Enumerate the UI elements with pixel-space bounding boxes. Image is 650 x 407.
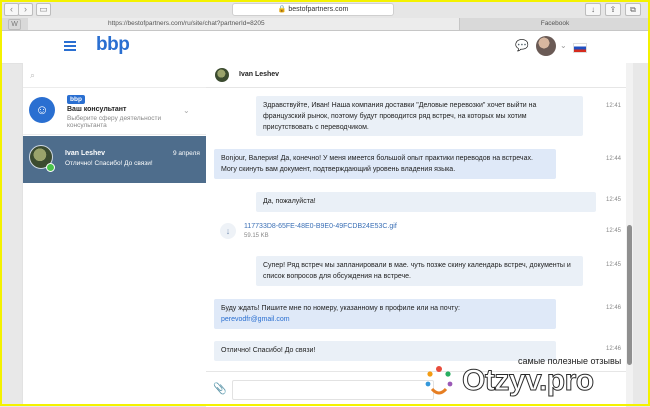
message-text: Здравствуйте, Иван! Наша компания достав… [263, 102, 537, 131]
tab-favicon-icon: W [8, 19, 21, 30]
message-input[interactable] [232, 380, 434, 400]
chat-avatar [215, 68, 229, 82]
message-time: 12:46 [606, 305, 622, 311]
lock-icon: 🔒 [277, 6, 287, 13]
contact-item-ivan[interactable]: Ivan Leshev 9 апреля Отлично! Спасибо! Д… [23, 136, 206, 183]
message-time: 12:45 [606, 262, 622, 268]
search-icon: ⌕ [30, 70, 36, 80]
message-incoming: Буду ждать! Пишите мне по номеру, указан… [214, 299, 556, 329]
message-text: Bonjour, Валерия! Да, конечно! У меня им… [221, 155, 533, 173]
watermark-brand: Otzyv.pro [462, 364, 595, 398]
message-text: Отлично! Спасибо! До связи! [221, 347, 316, 354]
back-button[interactable]: ‹ [4, 3, 19, 16]
message-incoming: Bonjour, Валерия! Да, конечно! У меня им… [214, 149, 556, 179]
contact-last-message: Отлично! Спасибо! До связи! [65, 160, 153, 167]
tab-facebook[interactable]: Facebook [460, 18, 650, 30]
consultant-badge: bbp [67, 95, 85, 104]
contact-date: 9 апреля [173, 150, 200, 157]
message-outgoing: Здравствуйте, Иван! Наша компания достав… [256, 96, 583, 136]
message-outgoing: Супер! Ряд встреч мы запланировали в мае… [256, 256, 583, 286]
download-icon[interactable]: ↓ [585, 3, 601, 16]
chat-header: Ivan Leshev [206, 63, 626, 88]
tab-facebook-label: Facebook [540, 20, 570, 27]
address-bar[interactable]: 🔒 bestofpartners.com [232, 3, 394, 16]
forward-button[interactable]: › [18, 3, 33, 16]
message-time: 12:44 [606, 156, 622, 162]
user-avatar[interactable] [536, 36, 556, 56]
paperclip-icon[interactable]: 📎 [213, 382, 227, 395]
sidebar-toggle-icon[interactable]: ▭ [36, 3, 51, 16]
chat-bubble-icon[interactable]: 💬 [515, 39, 529, 52]
chat-contact-name: Ivan Leshev [239, 71, 280, 78]
download-icon[interactable]: ↓ [220, 223, 236, 239]
attachment-file-size: 59.15 KB [244, 233, 269, 239]
message-outgoing: Да, пожалуйста! [256, 192, 596, 212]
online-status-icon [46, 163, 55, 172]
attachment-file-name[interactable]: 117733D8-65FE-48E0-B9E0-49FCDB24E53C.gif [244, 223, 397, 230]
page-margin [633, 63, 648, 406]
chat-scrollbar-thumb[interactable] [627, 225, 632, 365]
tab-bar: W https://bestofpartners.com/ru/site/cha… [0, 18, 650, 31]
chat-panel: Ivan Leshev Здравствуйте, Иван! Наша ком… [206, 63, 626, 407]
chevron-down-icon[interactable]: ⌄ [183, 106, 190, 115]
browser-titlebar: ‹ › ▭ 🔒 bestofpartners.com ↓ ⇪ ⧉ [0, 0, 650, 19]
language-flag-icon[interactable] [573, 43, 587, 53]
message-outgoing: Отлично! Спасибо! До связи! [214, 341, 556, 361]
contacts-panel: ⌕ ☺ bbp Ваш консультант Выберите сферу д… [22, 63, 207, 406]
consultant-subtitle: Выберите сферу деятельности консультанта [67, 115, 162, 129]
message-text: Супер! Ряд встреч мы запланировали в мае… [263, 262, 571, 280]
consultant-item[interactable]: ☺ bbp Ваш консультант Выберите сферу дея… [23, 88, 206, 135]
message-time: 12:41 [606, 103, 622, 109]
menu-icon[interactable] [64, 41, 76, 51]
contact-name: Ivan Leshev [65, 150, 106, 157]
new-tab-icon[interactable]: ⧉ [625, 3, 641, 16]
share-icon[interactable]: ⇪ [605, 3, 621, 16]
message-time: 12:45 [606, 197, 622, 203]
site-logo[interactable]: bbp [96, 34, 130, 56]
address-domain: bestofpartners.com [288, 6, 349, 13]
consultant-name: Ваш консультант [67, 106, 127, 113]
tab-current[interactable]: https://bestofpartners.com/ru/site/chat?… [28, 18, 460, 30]
tab-url: https://bestofpartners.com/ru/site/chat?… [108, 20, 265, 27]
email-link[interactable]: perevodfr@gmail.com [221, 316, 290, 323]
message-text: Да, пожалуйста! [263, 198, 316, 205]
message-time: 12:45 [606, 228, 622, 234]
contact-search[interactable]: ⌕ [23, 63, 206, 88]
site-header: bbp 💬 ⌄ [2, 31, 648, 64]
message-text: Буду ждать! Пишите мне по номеру, указан… [221, 305, 460, 312]
chevron-down-icon[interactable]: ⌄ [560, 41, 567, 50]
headset-icon: ☺ [29, 97, 55, 123]
watermark-logo-icon [425, 366, 453, 395]
message-time: 12:46 [606, 346, 622, 352]
